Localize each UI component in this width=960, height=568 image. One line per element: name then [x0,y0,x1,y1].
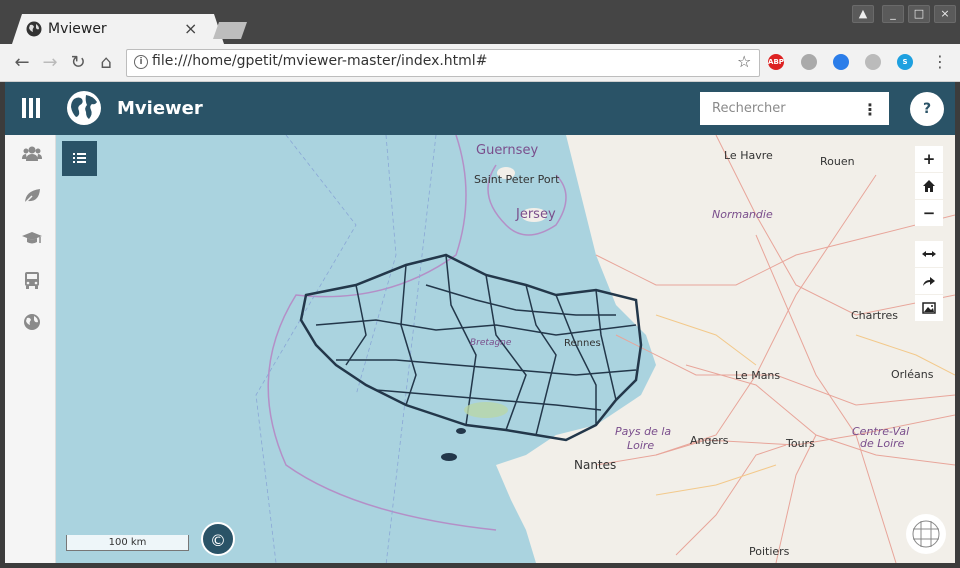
map-view[interactable]: Guernsey Saint Peter Port Jersey Le Havr… [56,135,955,563]
cast-extension-icon[interactable] [865,54,881,70]
attribution-button[interactable]: © [201,522,235,556]
share-arrow-icon [923,277,935,286]
map-label-tours: Tours [786,437,815,450]
map-label-centre-val-2: de Loire [860,437,905,450]
map-label-normandie: Normandie [712,208,773,221]
adblock-icon[interactable]: ABP [768,54,784,70]
minimize-button[interactable]: _ [882,5,904,23]
map-label-nantes: Nantes [574,458,617,472]
map-label-saint-peter: Saint Peter Port [474,173,560,186]
zoom-in-button[interactable]: + [915,146,943,172]
grid-globe-icon [912,520,940,548]
globe-favicon-icon [26,21,42,37]
map-label-poitiers: Poitiers [749,545,790,558]
skype-extension-icon[interactable]: S [897,54,913,70]
scale-bar: 100 km [66,535,189,551]
list-icon [73,153,86,163]
globe-logo-icon [67,91,101,125]
map-label-le-havre: Le Havre [724,149,773,162]
map-label-rennes: Rennes [564,338,601,349]
video-extension-icon[interactable] [833,54,849,70]
zoom-out-button[interactable]: − [915,200,943,226]
layers-list-button[interactable] [62,141,97,176]
map-label-jersey: Jersey [516,207,556,222]
map-label-guernsey: Guernsey [476,143,539,158]
search-box: ⋮ [700,92,889,125]
forward-arrow-icon[interactable]: → [39,52,61,73]
menu-toggle-icon[interactable] [22,98,40,118]
map-label-le-mans: Le Mans [735,369,781,382]
back-arrow-icon[interactable]: ← [11,52,33,73]
url-text[interactable]: file:///home/gpetit/mviewer-master/index… [152,53,487,69]
app-title: Mviewer [117,98,203,119]
tab-close-icon[interactable]: × [184,19,197,38]
close-window-button[interactable]: × [934,5,956,23]
search-input[interactable] [700,92,862,125]
measure-button[interactable] [915,241,943,267]
leaf-icon[interactable] [22,186,42,206]
home-extent-button[interactable] [915,173,943,199]
bookmark-star-icon[interactable]: ☆ [737,52,751,71]
maximize-button[interactable]: □ [908,5,930,23]
overview-map-button[interactable] [906,514,946,554]
feather-extension-icon[interactable] [801,54,817,70]
export-image-button[interactable] [915,295,943,321]
arrows-horizontal-icon [922,251,936,257]
graduation-cap-icon[interactable] [22,228,42,248]
browser-menu-icon[interactable]: ⋮ [932,52,948,71]
image-icon [922,302,936,314]
users-icon[interactable] [22,144,42,164]
map-label-bretagne: Bretagne [470,338,512,348]
info-icon[interactable]: i [134,55,148,69]
new-tab-button[interactable] [213,22,247,39]
share-button[interactable] [915,268,943,294]
home-icon [923,180,935,192]
reload-icon[interactable]: ↻ [67,52,89,73]
help-button[interactable]: ? [910,92,944,126]
map-label-chartres: Chartres [851,309,899,322]
globe-icon[interactable] [22,312,42,332]
tab-title: Mviewer [48,21,107,37]
map-label-orleans: Orléans [891,368,934,381]
profile-icon[interactable]: ▲ [852,5,874,23]
map-label-pays-loire-2: Loire [627,439,655,452]
map-label-rouen: Rouen [820,155,855,168]
search-options-icon[interactable]: ⋮ [862,100,878,119]
map-label-angers: Angers [690,434,729,447]
map-label-pays-loire-1: Pays de la [615,425,672,438]
bus-icon[interactable] [22,270,42,290]
home-icon[interactable]: ⌂ [95,52,117,73]
basemap [255,135,955,563]
